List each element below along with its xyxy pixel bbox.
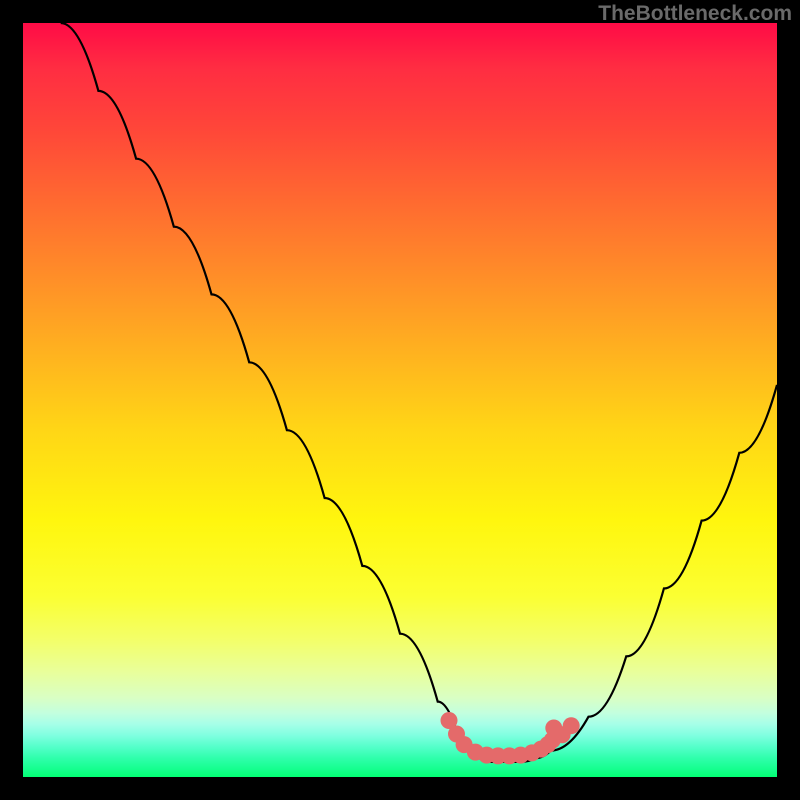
chart-plot-area [23,23,777,777]
chart-frame: TheBottleneck.com [0,0,800,800]
bottleneck-curve [61,23,777,762]
optimal-range-marker [441,712,580,764]
watermark-text: TheBottleneck.com [598,2,792,26]
marker-dot [563,717,580,734]
chart-svg [23,23,777,777]
